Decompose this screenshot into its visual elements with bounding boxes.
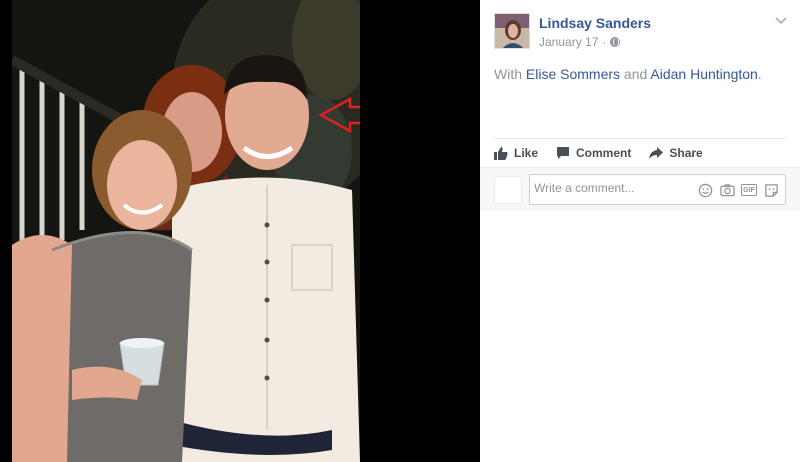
share-button[interactable]: Share [649, 146, 703, 160]
post-actions: Like Comment Share [494, 144, 721, 162]
camera-icon[interactable] [719, 182, 735, 198]
like-label: Like [514, 146, 539, 160]
commenter-avatar [494, 176, 522, 204]
share-icon [649, 147, 664, 159]
comment-label: Comment [576, 146, 632, 160]
chevron-down-icon[interactable] [774, 15, 788, 25]
action-divider [494, 138, 786, 139]
smiley-icon[interactable] [697, 182, 713, 198]
like-button[interactable]: Like [494, 146, 538, 160]
comment-button[interactable]: Comment [556, 146, 631, 160]
share-label: Share [669, 146, 703, 160]
author-avatar[interactable] [494, 13, 530, 49]
comment-input[interactable] [534, 181, 664, 195]
sticker-icon[interactable] [763, 182, 779, 198]
with-joiner: and [623, 66, 648, 82]
post-meta: January 17 · [539, 35, 621, 49]
comment-composer: GIF [480, 167, 800, 211]
photo-viewer [0, 0, 480, 462]
author-name[interactable]: Lindsay Sanders [539, 15, 651, 31]
gif-icon: GIF [741, 184, 757, 196]
with-prefix: With [494, 66, 522, 82]
tagged-people: With Elise Sommers and Aidan Huntington. [494, 66, 762, 82]
post-photo[interactable] [12, 0, 360, 462]
photo-illustration [12, 0, 360, 462]
comment-icon [557, 147, 570, 159]
tagged-person-2[interactable]: Aidan Huntington [650, 66, 757, 82]
gif-button[interactable]: GIF [741, 182, 757, 198]
meta-separator: · [602, 35, 607, 49]
tagged-person-1[interactable]: Elise Sommers [526, 66, 620, 82]
post-header: Lindsay Sanders January 17 · [494, 13, 790, 53]
post-date[interactable]: January 17 [539, 35, 598, 49]
thumbs-up-icon [494, 147, 508, 160]
post-side-panel: Lindsay Sanders January 17 · With Elise … [480, 0, 800, 462]
comment-box[interactable]: GIF [529, 174, 786, 205]
globe-icon [610, 37, 621, 47]
comment-tools: GIF [691, 182, 779, 198]
with-suffix: . [757, 66, 762, 82]
